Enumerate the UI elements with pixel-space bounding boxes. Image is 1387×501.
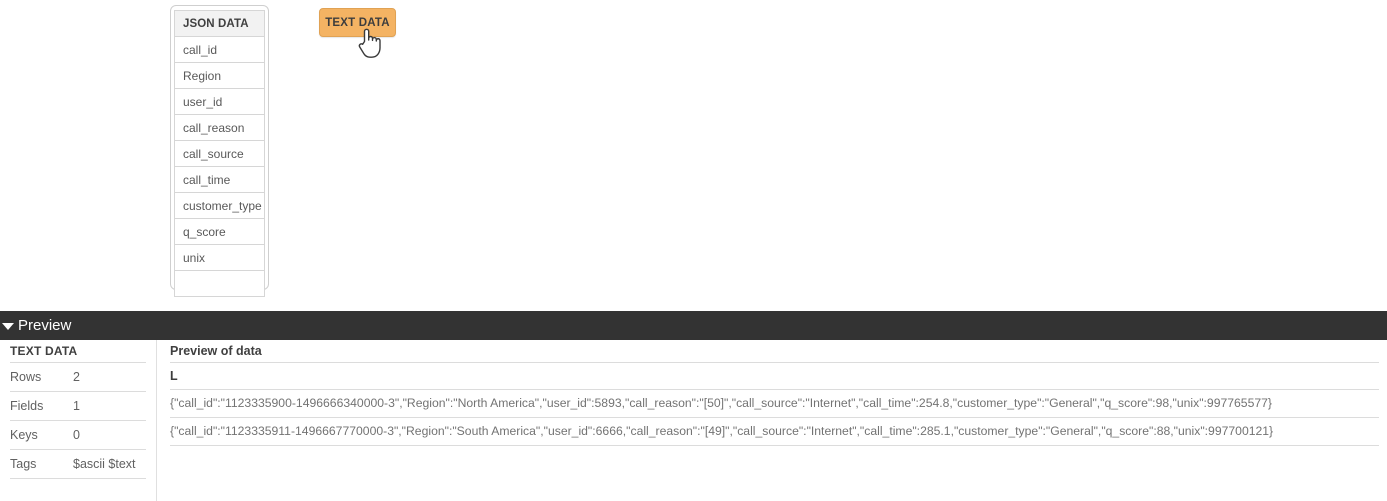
json-field-row[interactable]: call_id	[175, 37, 264, 63]
info-row-fields: Fields 1	[10, 392, 146, 421]
json-data-panel-header: JSON DATA	[175, 11, 264, 37]
text-data-info-panel: TEXT DATA Rows 2 Fields 1 Keys 0 Tags $a…	[0, 340, 157, 501]
preview-table-title: Preview of data	[170, 340, 1379, 363]
json-field-row[interactable]: unix	[175, 245, 264, 271]
preview-section-label: Preview	[18, 317, 72, 334]
json-field-row[interactable]: Region	[175, 63, 264, 89]
preview-of-data-table: Preview of data L {"call_id":"1123335900…	[170, 340, 1379, 501]
text-data-button[interactable]: TEXT DATA	[319, 8, 396, 37]
preview-table-column-header[interactable]: L	[170, 363, 1379, 390]
info-key: Rows	[10, 370, 42, 384]
table-row[interactable]: {"call_id":"1123335911-1496667770000-3",…	[170, 418, 1379, 446]
canvas-area: JSON DATA call_id Region user_id call_re…	[0, 0, 1387, 311]
json-field-row[interactable]: call_time	[175, 167, 264, 193]
json-field-row[interactable]: user_id	[175, 89, 264, 115]
info-value: $ascii $text	[73, 457, 136, 471]
info-row-rows: Rows 2	[10, 363, 146, 392]
json-field-row[interactable]: call_reason	[175, 115, 264, 141]
json-data-field-list: JSON DATA call_id Region user_id call_re…	[174, 10, 265, 297]
caret-down-icon[interactable]	[2, 323, 14, 330]
info-key: Tags	[10, 457, 37, 471]
json-field-row[interactable]: call_source	[175, 141, 264, 167]
preview-section-header[interactable]: Preview	[0, 311, 1387, 340]
info-value: 2	[73, 370, 80, 384]
info-row-keys: Keys 0	[10, 421, 146, 450]
json-field-row[interactable]: customer_type	[175, 193, 264, 219]
info-row-tags: Tags $ascii $text	[10, 450, 146, 479]
json-data-panel[interactable]: JSON DATA call_id Region user_id call_re…	[170, 5, 269, 297]
info-key: Fields	[10, 399, 44, 413]
json-field-row-empty	[175, 271, 264, 297]
info-value: 1	[73, 399, 80, 413]
table-row[interactable]: {"call_id":"1123335900-1496666340000-3",…	[170, 390, 1379, 418]
text-data-button-label: TEXT DATA	[325, 16, 390, 29]
json-field-row[interactable]: q_score	[175, 219, 264, 245]
info-panel-title: TEXT DATA	[10, 340, 146, 363]
preview-body: TEXT DATA Rows 2 Fields 1 Keys 0 Tags $a…	[0, 340, 1387, 501]
info-value: 0	[73, 428, 80, 442]
info-key: Keys	[10, 428, 38, 442]
